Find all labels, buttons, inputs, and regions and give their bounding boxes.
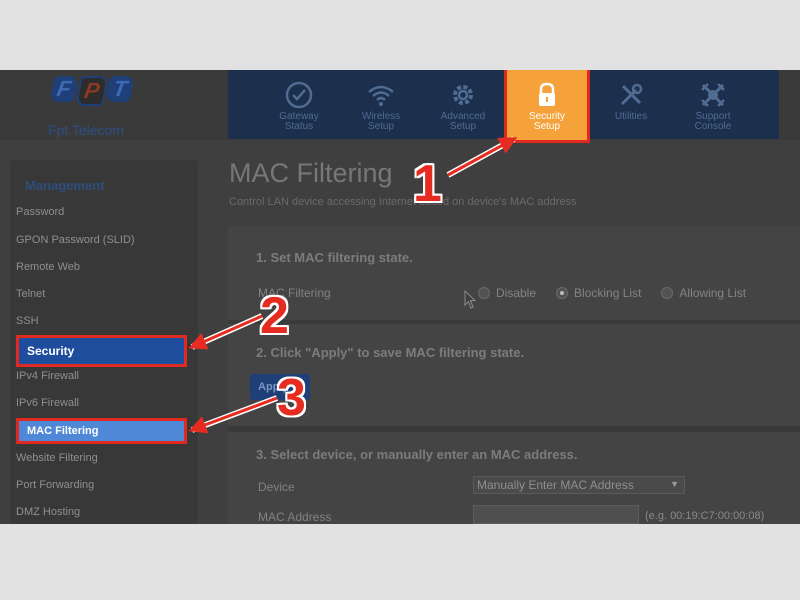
sidebar-item-mac-filtering[interactable]: MAC Filtering [16, 418, 187, 444]
mouse-cursor-icon [464, 290, 477, 309]
radio-blocking-list[interactable] [556, 287, 569, 299]
wifi-icon [368, 85, 394, 106]
nav-label: Gateway Status [279, 111, 319, 132]
sidebar-item-port-forwarding[interactable]: Port Forwarding [16, 479, 94, 491]
top-nav: Gateway Status Wireless Setup Advanced S… [228, 70, 779, 143]
device-label: Device [258, 480, 295, 494]
nav-security-setup[interactable]: Security Setup [504, 70, 590, 143]
sidebar-item-ipv6-firewall[interactable]: IPv6 Firewall [16, 397, 79, 409]
sidebar-item-security[interactable]: Security [16, 335, 187, 367]
header: F P T Fpt Telecom Gateway Status Wireles… [0, 70, 800, 143]
sidebar-item-website-filtering[interactable]: Website Filtering [16, 452, 98, 464]
radio-disable-label: Disable [496, 286, 537, 300]
arrow-1 [446, 136, 516, 178]
chevron-down-icon: ▼ [670, 479, 679, 489]
gear-icon [453, 85, 473, 105]
section-3-title: 3. Select device, or manually enter an M… [256, 447, 578, 462]
nav-utilities[interactable]: Utilities [590, 70, 672, 139]
nav-label: Security Setup [528, 111, 566, 132]
brand-name: Fpt Telecom [48, 122, 124, 138]
fpt-logo: F P T Fpt Telecom [40, 74, 150, 138]
mac-address-input[interactable] [473, 505, 639, 524]
section-divider [228, 320, 800, 324]
sidebar-item-ssh[interactable]: SSH [16, 315, 39, 327]
annotation-number-1: 1 [413, 155, 442, 213]
sidebar-item-telnet[interactable]: Telnet [16, 288, 45, 300]
page-subtitle: Control LAN device accessing Internet ba… [229, 196, 577, 208]
sidebar-item-remote-web[interactable]: Remote Web [16, 261, 80, 273]
logo-letter-f: F [49, 76, 79, 102]
arrow-1 [447, 137, 518, 177]
nav-advanced-setup[interactable]: Advanced Setup [422, 70, 504, 139]
sidebar-item-dmz-hosting[interactable]: DMZ Hosting [16, 506, 80, 518]
section-divider [228, 426, 800, 432]
logo-letter-p: P [75, 76, 109, 106]
annotation-number-3: 3 [277, 369, 306, 427]
nav-label: Support Console [694, 111, 732, 132]
radio-blocking-list-label: Blocking List [574, 286, 642, 300]
section-1-title: 1. Set MAC filtering state. [256, 250, 413, 265]
sidebar-heading: Management [25, 178, 105, 193]
nav-support-console[interactable]: Support Console [672, 70, 754, 139]
router-admin-screen: F P T Fpt Telecom Gateway Status Wireles… [0, 70, 800, 524]
device-select-value: Manually Enter MAC Address [477, 478, 634, 492]
lock-icon [539, 82, 555, 106]
sidebar-item-ipv4-firewall[interactable]: IPv4 Firewall [16, 370, 79, 382]
radio-allowing-list-label: Allowing List [679, 286, 747, 300]
support-icon [701, 83, 725, 107]
annotation-number-2: 2 [260, 287, 289, 345]
nav-label: Utilities [614, 111, 648, 122]
nav-label: Wireless Setup [361, 111, 401, 132]
section-2-title: 2. Click "Apply" to save MAC filtering s… [256, 345, 525, 360]
logo-letter-t: T [105, 76, 135, 102]
mac-filtering-options: Disable Blocking List Allowing List [478, 286, 746, 300]
nav-gateway-status[interactable]: Gateway Status [258, 70, 340, 139]
device-select[interactable]: Manually Enter MAC Address ▼ [473, 476, 685, 494]
mac-address-hint: (e.g. 00:19:C7:00:00:08) [645, 510, 765, 522]
page-title: MAC Filtering [229, 158, 393, 188]
mac-address-label: MAC Address [258, 510, 332, 524]
nav-wireless-setup[interactable]: Wireless Setup [340, 70, 422, 139]
radio-allowing-list[interactable] [661, 287, 674, 299]
radio-disable[interactable] [478, 287, 490, 299]
sidebar-item-gpon-password[interactable]: GPON Password (SLID) [16, 234, 135, 246]
logo-mark: F P T [49, 76, 135, 106]
nav-label: Advanced Setup [440, 111, 486, 132]
tools-icon [620, 83, 643, 106]
gauge-icon [285, 81, 313, 109]
sidebar-item-password[interactable]: Password [16, 206, 64, 218]
